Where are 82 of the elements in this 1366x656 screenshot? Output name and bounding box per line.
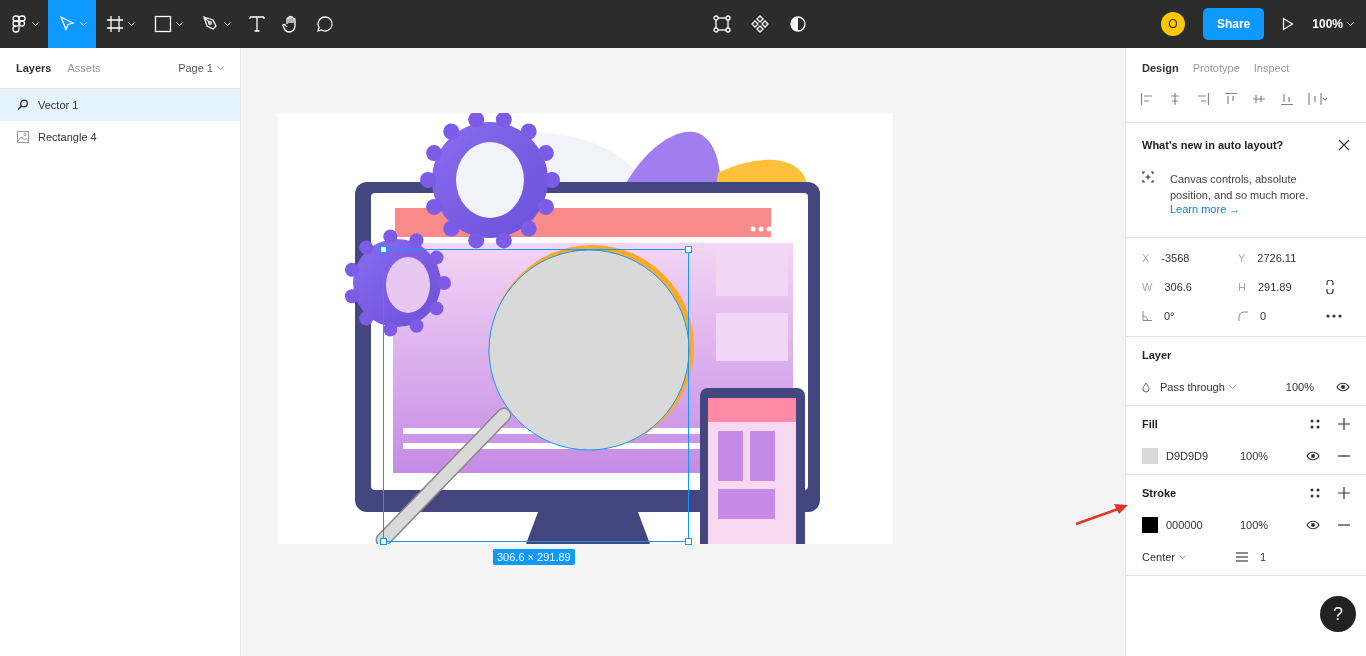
figma-logo-icon	[9, 15, 28, 33]
cursor-icon	[57, 15, 76, 33]
align-right-icon[interactable]	[1196, 92, 1210, 106]
auto-layout-icon	[1142, 171, 1154, 183]
layer-item[interactable]: Rectangle 4	[0, 121, 240, 153]
opacity-value[interactable]: 100%	[1285, 381, 1314, 393]
drop-icon	[1142, 381, 1150, 393]
add-icon[interactable]	[1338, 418, 1350, 430]
selection-size-label: 306.6 × 291.89	[493, 549, 575, 565]
color-swatch[interactable]	[1142, 448, 1158, 464]
styles-icon[interactable]	[1310, 488, 1320, 498]
selection-box[interactable]	[383, 249, 689, 542]
stroke-position-menu[interactable]: Center	[1142, 551, 1187, 563]
property-label: Y	[1238, 252, 1246, 264]
blend-mode-menu[interactable]: Pass through	[1160, 381, 1286, 393]
color-hex-value[interactable]: D9D9D9	[1166, 450, 1240, 462]
opacity-value[interactable]: 100%	[1240, 519, 1269, 531]
color-hex-value[interactable]: 000000	[1166, 519, 1240, 531]
caret-icon	[1347, 21, 1354, 27]
zoom-menu[interactable]: 100%	[1312, 17, 1354, 31]
styles-icon[interactable]	[1310, 419, 1320, 429]
caret-icon	[31, 21, 39, 27]
constrain-proportions-icon[interactable]	[1326, 280, 1334, 294]
stroke-weight-icon	[1236, 552, 1249, 562]
eye-icon[interactable]	[1336, 382, 1350, 392]
resize-handle[interactable]	[685, 538, 692, 545]
close-icon[interactable]	[1338, 139, 1350, 151]
align-center-icon[interactable]	[1168, 92, 1182, 106]
text-icon	[248, 15, 266, 33]
panel-tab[interactable]: Design	[1142, 62, 1179, 74]
property-value[interactable]: 291.89	[1257, 281, 1292, 293]
more-icon[interactable]	[1326, 314, 1342, 318]
resize-handle[interactable]	[685, 246, 692, 253]
align-bottom-icon[interactable]	[1280, 92, 1294, 106]
property-value[interactable]: 2726.11	[1257, 252, 1297, 264]
contrast-icon[interactable]	[789, 15, 808, 33]
comment-icon	[316, 15, 334, 33]
property-label: X	[1142, 252, 1150, 264]
property-value[interactable]: 0	[1260, 310, 1267, 322]
property-value[interactable]: -3568	[1161, 252, 1190, 264]
play-icon[interactable]	[1282, 17, 1295, 31]
property-value[interactable]: 306.6	[1164, 281, 1192, 293]
frame-icon	[105, 15, 124, 33]
annotation-arrow	[1074, 502, 1130, 526]
panel-tab[interactable]: Layers	[16, 62, 52, 74]
section-title: Fill	[1142, 418, 1158, 430]
add-icon[interactable]	[1338, 487, 1350, 499]
banner-text: Canvas controls, absolute position, and so much more.	[1170, 172, 1310, 203]
resize-handle[interactable]	[380, 246, 387, 253]
align-left-icon[interactable]	[1140, 92, 1154, 106]
property-label: W	[1142, 281, 1153, 293]
section-title: Layer	[1142, 348, 1173, 363]
image-icon	[17, 131, 29, 143]
banner-title: What's new in auto layout?	[1142, 139, 1284, 151]
corner-radius-icon	[1238, 311, 1248, 321]
property-label: H	[1238, 281, 1246, 293]
user-avatar[interactable]: O	[1160, 12, 1185, 36]
component-icon[interactable]	[751, 15, 770, 33]
caret-icon	[223, 21, 231, 27]
color-swatch[interactable]	[1142, 517, 1158, 533]
caret-icon	[79, 21, 87, 27]
resize-handle[interactable]	[380, 538, 387, 545]
align-top-icon[interactable]	[1224, 92, 1238, 106]
rectangle-icon	[153, 15, 172, 33]
caret-icon	[1179, 554, 1187, 560]
caret-icon	[127, 21, 135, 27]
layer-item[interactable]: Vector 1	[0, 89, 240, 121]
magnifier-icon	[17, 99, 29, 111]
eye-icon[interactable]	[1306, 520, 1320, 530]
section-title: Stroke	[1142, 487, 1177, 499]
caret-icon	[217, 65, 224, 71]
caret-icon	[1228, 384, 1236, 390]
transform-icon[interactable]	[713, 15, 732, 33]
property-value[interactable]: 0°	[1164, 310, 1175, 322]
eye-icon[interactable]	[1306, 451, 1320, 461]
rotation-icon	[1142, 311, 1152, 321]
opacity-value[interactable]: 100%	[1240, 450, 1269, 462]
align-middle-icon[interactable]	[1252, 92, 1266, 106]
page-menu[interactable]: Page 1	[178, 62, 224, 74]
caret-icon	[175, 21, 183, 27]
learn-more-link[interactable]: Learn more →	[1170, 203, 1325, 215]
stroke-weight-value[interactable]: 1	[1260, 551, 1267, 563]
